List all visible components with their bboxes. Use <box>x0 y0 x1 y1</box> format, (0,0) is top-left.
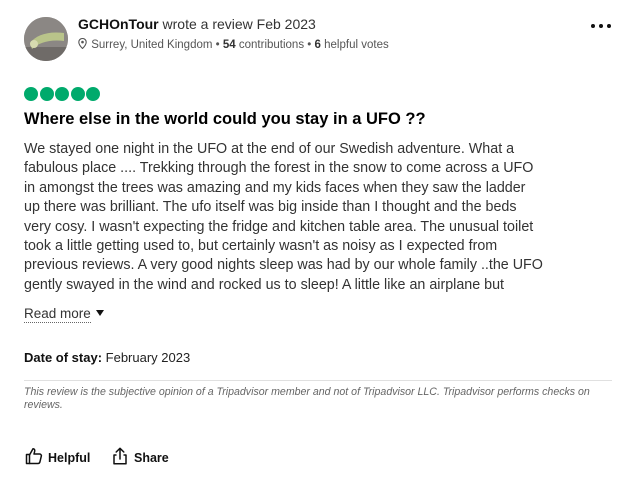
review-disclaimer: This review is the subjective opinion of… <box>24 386 590 411</box>
avatar-image <box>24 17 68 61</box>
author-line: GCHOnTour wrote a review Feb 2023 <box>78 16 316 32</box>
map-pin-icon <box>78 37 87 52</box>
review-body-line: fabulous place .... Trekking through the… <box>24 160 534 177</box>
contributions-count: 54 <box>222 39 236 51</box>
avatar[interactable] <box>24 17 68 61</box>
review-body-line: gently swayed in the wind and rocked us … <box>24 276 505 293</box>
divider <box>24 380 612 381</box>
meta-separator: • <box>215 39 220 51</box>
rating-bubble <box>39 87 54 101</box>
review-body-line: up there was brilliant. The ufo itself w… <box>24 199 517 216</box>
more-options-icon[interactable] <box>588 18 614 34</box>
read-more-button[interactable]: Read more <box>24 306 104 323</box>
thumbs-up-icon <box>25 448 43 465</box>
share-label: Share <box>134 451 169 465</box>
review-action-text: wrote a review Feb 2023 <box>162 16 316 32</box>
date-of-stay-value: February 2023 <box>105 350 191 365</box>
share-icon <box>113 447 127 465</box>
contributions-label: contributions <box>238 39 305 51</box>
rating-bubble <box>70 87 85 101</box>
review-body: We stayed one night in the UFO at the en… <box>24 140 614 296</box>
review-body-line: We stayed one night in the UFO at the en… <box>24 141 515 157</box>
rating-bubble <box>86 87 100 101</box>
rating-bubble <box>24 87 38 101</box>
helpful-votes-count: 6 <box>314 39 321 51</box>
helpful-label: Helpful <box>48 451 91 465</box>
meta-separator: • <box>307 39 312 51</box>
read-more-label: Read more <box>24 306 91 323</box>
date-of-stay-label: Date of stay: <box>24 350 103 365</box>
review-body-line: in amongst the trees was amazing and my … <box>24 179 526 196</box>
author-meta: Surrey, United Kingdom • 54 contribution… <box>78 37 389 52</box>
bubble-rating <box>24 87 102 101</box>
review-body-line: previous reviews. A very good nights sle… <box>24 257 543 274</box>
chevron-down-icon <box>95 310 104 316</box>
review-title[interactable]: Where else in the world could you stay i… <box>24 110 426 129</box>
author-location: Surrey, United Kingdom <box>91 39 213 51</box>
review-card: GCHOnTour wrote a review Feb 2023 Surrey… <box>0 0 638 478</box>
helpful-button[interactable]: Helpful <box>24 446 94 468</box>
helpful-votes-label: helpful votes <box>324 39 389 51</box>
review-header: GCHOnTour wrote a review Feb 2023 Surrey… <box>24 14 616 61</box>
author-name[interactable]: GCHOnTour <box>78 16 159 32</box>
share-button[interactable]: Share <box>110 446 172 468</box>
date-of-stay: Date of stay: February 2023 <box>24 350 190 365</box>
review-body-line: very cosy. I wasn't expecting the fridge… <box>24 218 534 235</box>
rating-bubble <box>55 87 69 101</box>
review-body-line: took a little getting used to, but certa… <box>24 238 498 255</box>
